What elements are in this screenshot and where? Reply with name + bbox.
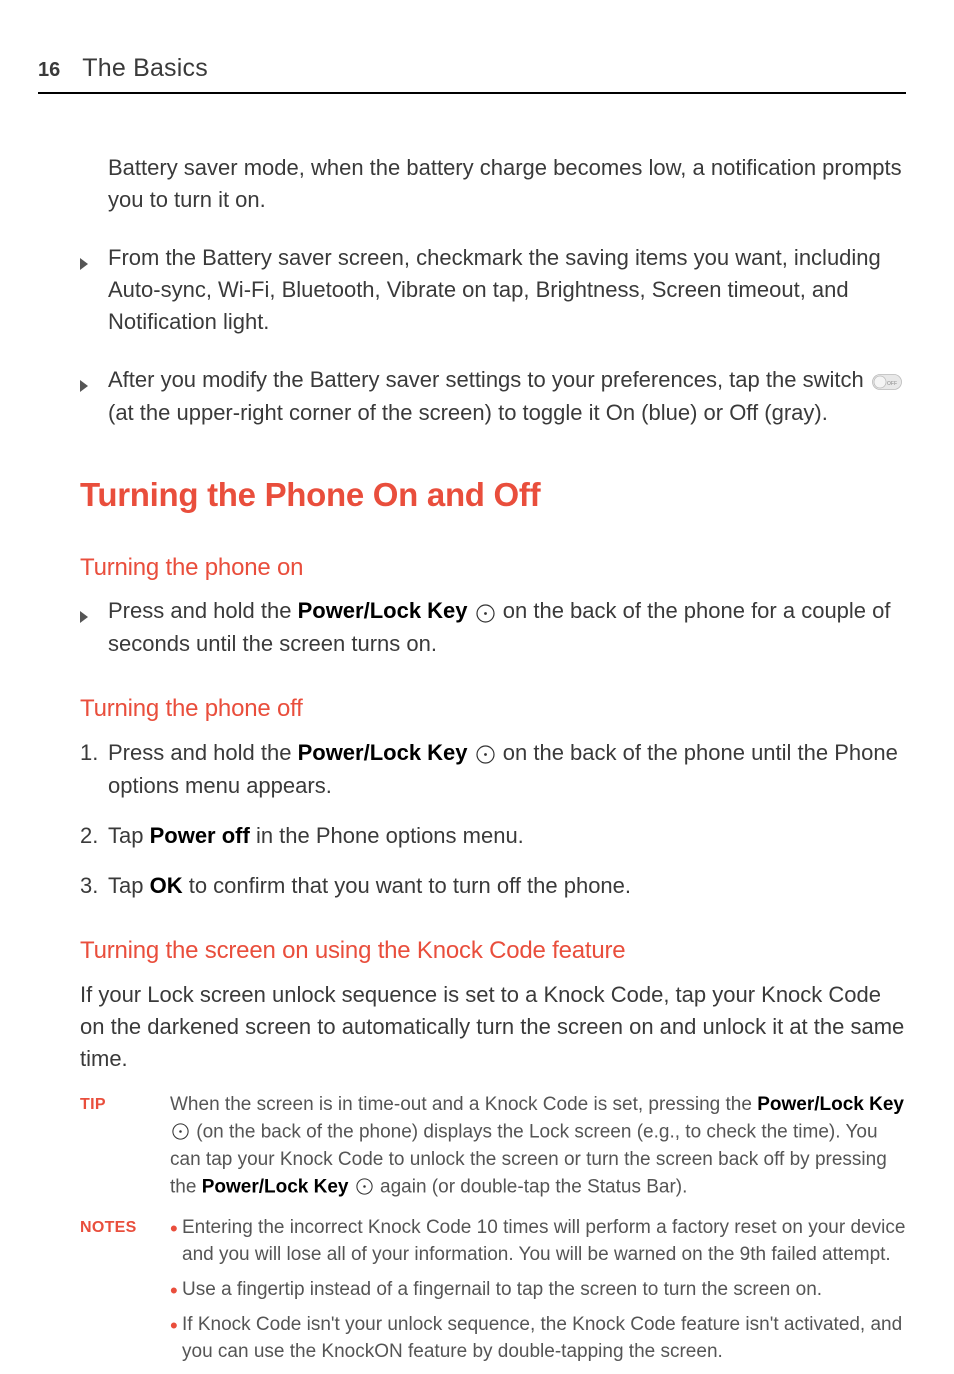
triangle-icon <box>80 242 108 338</box>
text-fragment: When the screen is in time-out and a Kno… <box>170 1094 757 1115</box>
bullet-text: After you modify the Battery saver setti… <box>108 364 906 429</box>
page-content: Battery saver mode, when the battery cha… <box>38 152 906 1374</box>
text-fragment: Press and hold the <box>108 598 298 623</box>
list-item: 3. Tap OK to confirm that you want to tu… <box>80 870 906 902</box>
bullet-item: Press and hold the Power/Lock Key on the… <box>80 595 906 660</box>
bold-text: Power/Lock Key <box>298 598 468 623</box>
bullet-dot-icon: • <box>170 1215 182 1269</box>
text-fragment: Tap <box>108 823 150 848</box>
notes-text: Use a fingertip instead of a fingernail … <box>182 1277 906 1304</box>
bold-text: OK <box>150 873 183 898</box>
triangle-icon <box>80 364 108 429</box>
list-text: Press and hold the Power/Lock Key on the… <box>108 737 906 802</box>
notes-item: • Entering the incorrect Knock Code 10 t… <box>170 1215 906 1269</box>
subheading-on: Turning the phone on <box>80 551 906 586</box>
notes-callout: NOTES • Entering the incorrect Knock Cod… <box>80 1215 906 1374</box>
list-text: Tap Power off in the Phone options menu. <box>108 820 906 852</box>
bold-text: Power/Lock Key <box>298 740 468 765</box>
section-name: The Basics <box>82 50 208 86</box>
power-key-icon <box>356 1174 373 1201</box>
power-key-icon <box>172 1119 189 1146</box>
notes-item: • If Knock Code isn't your unlock sequen… <box>170 1312 906 1366</box>
triangle-icon <box>80 595 108 660</box>
off-switch-icon: OFF <box>872 365 902 397</box>
page-number: 16 <box>38 56 60 85</box>
text-fragment: Tap <box>108 873 150 898</box>
bold-text: Power/Lock Key <box>202 1176 349 1197</box>
tip-body: When the screen is in time-out and a Kno… <box>170 1092 906 1201</box>
tip-callout: TIP When the screen is in time-out and a… <box>80 1092 906 1201</box>
bullet-item: From the Battery saver screen, checkmark… <box>80 242 906 338</box>
bullet-dot-icon: • <box>170 1312 182 1366</box>
notes-item: • Use a fingertip instead of a fingernai… <box>170 1277 906 1304</box>
bullet-dot-icon: • <box>170 1277 182 1304</box>
text-fragment: Press and hold the <box>108 740 298 765</box>
bold-text: Power/Lock Key <box>757 1094 904 1115</box>
notes-text: If Knock Code isn't your unlock sequence… <box>182 1312 906 1366</box>
body-paragraph: If your Lock screen unlock sequence is s… <box>80 979 906 1075</box>
text-fragment: (at the upper-right corner of the screen… <box>108 400 828 425</box>
bullet-item: After you modify the Battery saver setti… <box>80 364 906 429</box>
bullet-text: Press and hold the Power/Lock Key on the… <box>108 595 906 660</box>
text-fragment: in the Phone options menu. <box>250 823 524 848</box>
notes-text: Entering the incorrect Knock Code 10 tim… <box>182 1215 906 1269</box>
notes-label: NOTES <box>80 1215 170 1374</box>
text-fragment: again (or double-tap the Status Bar). <box>375 1176 688 1197</box>
list-item: 1. Press and hold the Power/Lock Key on … <box>80 737 906 802</box>
text-fragment: After you modify the Battery saver setti… <box>108 367 870 392</box>
text-fragment: to confirm that you want to turn off the… <box>183 873 631 898</box>
list-item: 2. Tap Power off in the Phone options me… <box>80 820 906 852</box>
intro-paragraph: Battery saver mode, when the battery cha… <box>108 152 906 216</box>
notes-body: • Entering the incorrect Knock Code 10 t… <box>170 1215 906 1374</box>
tip-label: TIP <box>80 1092 170 1201</box>
power-key-icon <box>476 597 495 629</box>
bullet-text: From the Battery saver screen, checkmark… <box>108 242 906 338</box>
list-text: Tap OK to confirm that you want to turn … <box>108 870 906 902</box>
list-number: 2. <box>80 820 108 852</box>
subheading-off: Turning the phone off <box>80 692 906 727</box>
subheading-knock: Turning the screen on using the Knock Co… <box>80 934 906 969</box>
main-heading: Turning the Phone On and Off <box>80 471 906 519</box>
power-key-icon <box>476 738 495 770</box>
bold-text: Power off <box>150 823 250 848</box>
list-number: 3. <box>80 870 108 902</box>
page-header: 16 The Basics <box>38 50 906 94</box>
list-number: 1. <box>80 737 108 802</box>
svg-text:OFF: OFF <box>887 381 897 387</box>
